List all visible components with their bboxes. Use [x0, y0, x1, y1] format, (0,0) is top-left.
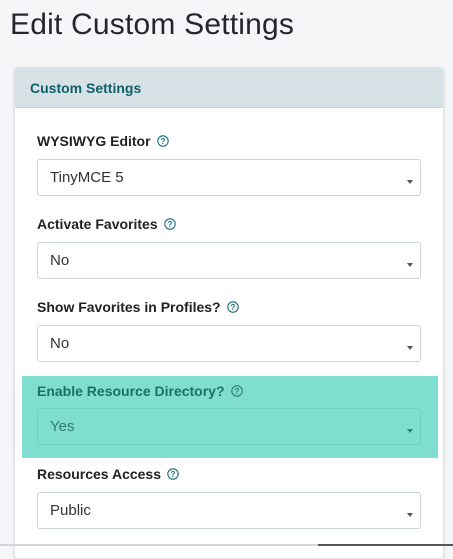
enable-resource-directory-label-text: Enable Resource Directory? [37, 383, 225, 399]
wysiwyg-editor-label-text: WYSIWYG Editor [37, 133, 151, 149]
chevron-down-icon [407, 429, 413, 433]
show-favorites-in-profiles-label: Show Favorites in Profiles? ? [37, 299, 239, 315]
resources-access-label-text: Resources Access [37, 466, 162, 482]
show-favorites-in-profiles-label-text: Show Favorites in Profiles? [37, 299, 221, 315]
chevron-down-icon [407, 180, 413, 184]
card-header: Custom Settings [15, 68, 443, 108]
question-circle-icon[interactable]: ? [156, 135, 169, 147]
chevron-down-icon [407, 513, 413, 517]
question-circle-icon[interactable]: ? [167, 468, 179, 480]
form-group-enable-resource-directory: Enable Resource Directory? ? Yes [22, 376, 438, 458]
activate-favorites-value: No [50, 252, 70, 269]
chevron-down-icon [407, 346, 413, 350]
wysiwyg-editor-select[interactable]: TinyMCE 5 [37, 159, 421, 196]
activate-favorites-label: Activate Favorites ? [37, 216, 176, 232]
enable-resource-directory-label: Enable Resource Directory? ? [37, 383, 243, 399]
question-circle-icon[interactable]: ? [163, 218, 176, 230]
svg-text:?: ? [230, 303, 235, 312]
form-group-show-favorites-in-profiles: Show Favorites in Profiles? ? No [22, 284, 438, 364]
custom-settings-card: Custom Settings WYSIWYG Editor ? TinyMCE… [14, 67, 444, 559]
enable-resource-directory-select[interactable]: Yes [37, 408, 421, 445]
card-header-title: Custom Settings [30, 79, 142, 96]
enable-resource-directory-value: Yes [50, 418, 75, 435]
activate-favorites-select[interactable]: No [37, 242, 421, 279]
form-group-activate-favorites: Activate Favorites ? No [22, 201, 438, 281]
svg-text:?: ? [160, 137, 165, 146]
activate-favorites-label-text: Activate Favorites [37, 216, 158, 232]
show-favorites-in-profiles-select[interactable]: No [37, 325, 421, 362]
svg-text:?: ? [171, 470, 176, 479]
show-favorites-in-profiles-value: No [50, 335, 70, 352]
resources-access-value: Public [50, 502, 91, 519]
page-title: Edit Custom Settings [10, 8, 295, 41]
chevron-down-icon [407, 263, 413, 267]
wysiwyg-editor-value: TinyMCE 5 [50, 169, 124, 186]
svg-text:?: ? [167, 220, 172, 229]
resources-access-label: Resources Access ? [37, 466, 179, 482]
question-circle-icon[interactable]: ? [226, 301, 239, 313]
question-circle-icon[interactable]: ? [230, 385, 243, 397]
wysiwyg-editor-label: WYSIWYG Editor ? [37, 133, 169, 149]
form-group-resources-access: Resources Access ? Public [22, 451, 438, 531]
resources-access-select[interactable]: Public [37, 492, 421, 529]
svg-text:?: ? [234, 387, 239, 396]
form-group-wysiwyg-editor: WYSIWYG Editor ? TinyMCE 5 [22, 118, 438, 198]
